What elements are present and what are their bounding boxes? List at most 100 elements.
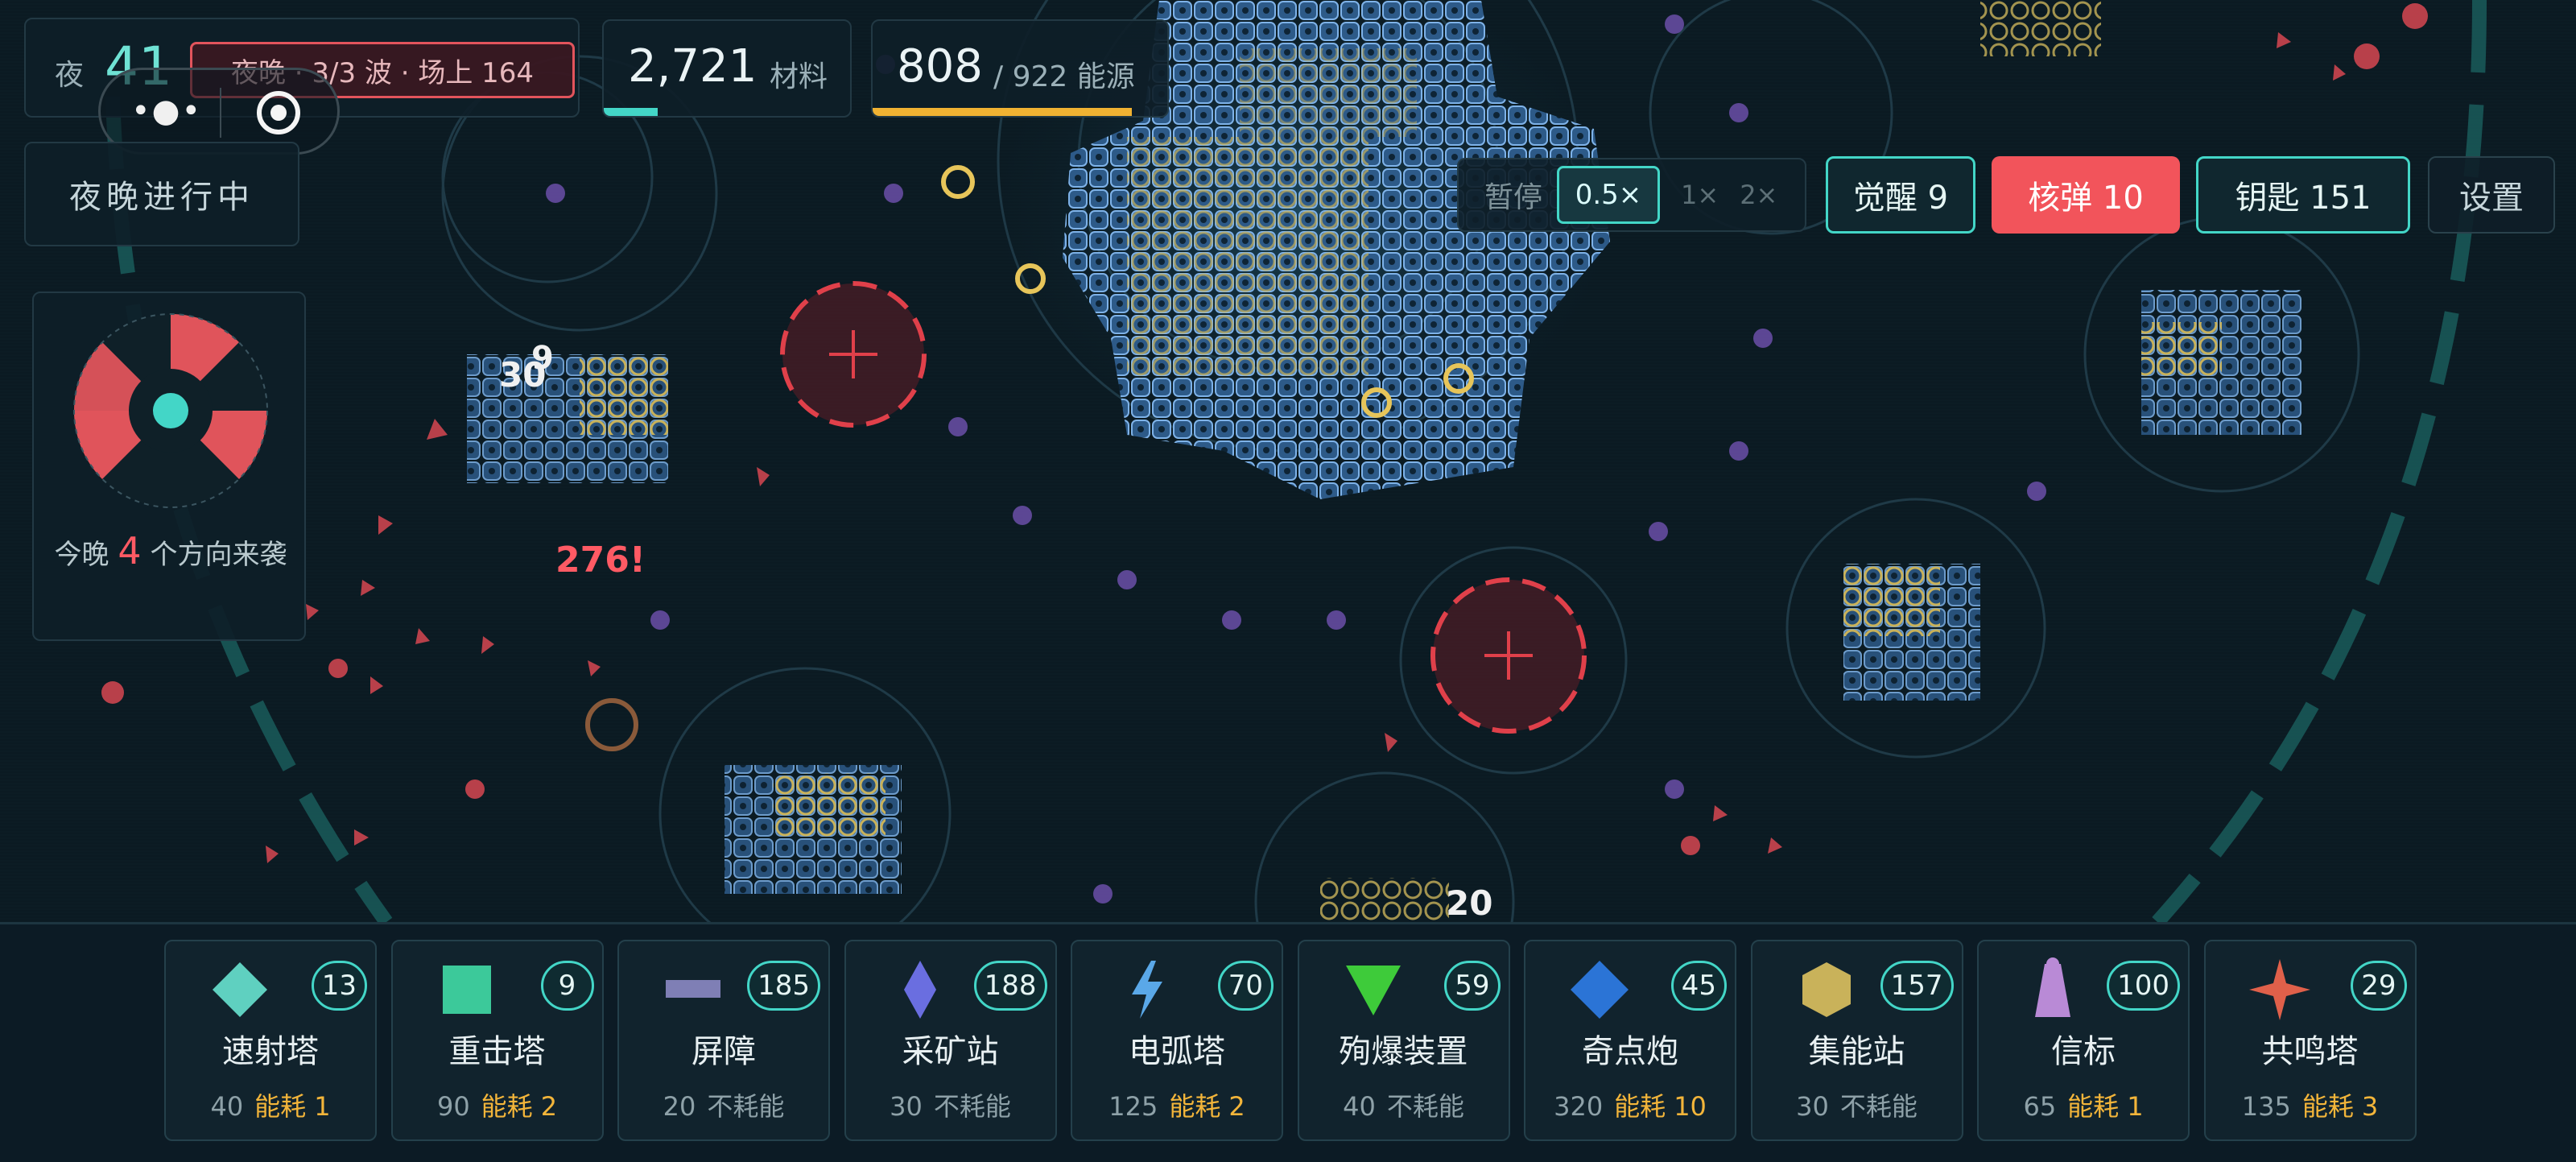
tower-name: 信标 bbox=[2051, 1033, 2116, 1070]
awaken-button[interactable]: 觉醒 9 bbox=[1826, 156, 1975, 234]
battlefield-map[interactable]: 30 9 276! 20 bbox=[0, 0, 2576, 922]
tower-count-badge: 13 bbox=[311, 961, 367, 1011]
tower-energy-label: 能耗 bbox=[1614, 1091, 1666, 1122]
bar-icon bbox=[666, 980, 720, 998]
blue-diamond-icon bbox=[1571, 961, 1629, 1019]
tower-cost: 320 能耗 10 bbox=[1525, 1086, 1735, 1123]
tower-count-badge: 59 bbox=[1444, 961, 1501, 1011]
tower-card[interactable]: 59 殉爆装置 40 不耗能 bbox=[1297, 940, 1510, 1141]
attack-direction-panel: 今晚 4 个方向来袭 bbox=[32, 292, 306, 641]
key-button[interactable]: 钥匙 151 bbox=[2196, 156, 2410, 234]
damage-number: 20 bbox=[1446, 883, 1492, 922]
settings-button[interactable]: 设置 bbox=[2428, 156, 2555, 234]
materials-unit: 材料 bbox=[770, 60, 828, 93]
tower-name: 电弧塔 bbox=[1129, 1033, 1225, 1070]
tower-card[interactable]: 13 速射塔 40 能耗 1 bbox=[164, 940, 377, 1141]
tower-price: 20 bbox=[663, 1091, 696, 1122]
tower-name: 集能站 bbox=[1808, 1033, 1905, 1070]
target-close-icon[interactable] bbox=[254, 88, 303, 138]
speed-2x-button[interactable]: 2× bbox=[1740, 180, 1777, 210]
tower-price: 65 bbox=[2023, 1091, 2057, 1122]
tower-energy-value: 3 bbox=[2361, 1091, 2379, 1122]
nuke-button[interactable]: 核弹 10 bbox=[1992, 156, 2180, 234]
tower-energy-label: 不耗能 bbox=[707, 1091, 785, 1122]
speed-1x-button[interactable]: 1× bbox=[1681, 180, 1719, 210]
tower-cost: 125 能耗 2 bbox=[1072, 1086, 1282, 1123]
tower-energy-label: 不耗能 bbox=[1839, 1091, 1918, 1122]
tower-count-badge: 185 bbox=[747, 961, 820, 1011]
tower-cost: 40 能耗 1 bbox=[166, 1086, 375, 1123]
materials-panel: 2,721 材料 bbox=[602, 19, 852, 118]
lightning-icon bbox=[1132, 961, 1162, 1019]
capsule-divider bbox=[220, 88, 221, 138]
materials-value: 2,721 bbox=[628, 40, 758, 93]
tower-card[interactable]: 29 共鸣塔 135 能耗 3 bbox=[2203, 940, 2417, 1141]
tower-count-badge: 70 bbox=[1217, 961, 1274, 1011]
energy-progress-bar bbox=[873, 108, 1133, 116]
tower-card[interactable]: 45 奇点炮 320 能耗 10 bbox=[1524, 940, 1736, 1141]
night-label: 夜 bbox=[55, 59, 85, 92]
tower-cost: 40 不耗能 bbox=[1299, 1086, 1509, 1123]
tower-count-badge: 100 bbox=[2107, 961, 2180, 1011]
tower-cost: 90 能耗 2 bbox=[393, 1086, 602, 1123]
energy-capacity: / 922 能源 bbox=[993, 60, 1135, 93]
tower-price: 90 bbox=[436, 1091, 470, 1122]
hexagon-icon bbox=[1802, 962, 1851, 1017]
tower-energy-value: 2 bbox=[540, 1091, 558, 1122]
direction-radar-icon bbox=[73, 313, 268, 508]
tower-count-badge: 157 bbox=[1880, 961, 1954, 1011]
tower-energy-value: 1 bbox=[2127, 1091, 2144, 1122]
tower-name: 屏障 bbox=[691, 1033, 756, 1070]
tower-name: 殉爆装置 bbox=[1339, 1033, 1468, 1070]
star-icon bbox=[2248, 959, 2310, 1020]
tower-name: 奇点炮 bbox=[1582, 1033, 1678, 1070]
build-tray bbox=[0, 922, 2576, 1162]
tower-energy-label: 能耗 bbox=[2067, 1091, 2120, 1122]
tower-name: 采矿站 bbox=[902, 1033, 999, 1070]
tower-card[interactable]: 188 采矿站 30 不耗能 bbox=[844, 940, 1057, 1141]
tower-energy-value: 1 bbox=[314, 1091, 331, 1122]
tower-energy-value: 2 bbox=[1228, 1091, 1245, 1122]
crit-damage-number: 276! bbox=[555, 540, 646, 581]
tower-count-badge: 9 bbox=[540, 961, 594, 1011]
pause-button[interactable]: 暂停 bbox=[1484, 174, 1542, 216]
tower-card[interactable]: 157 集能站 30 不耗能 bbox=[1750, 940, 1963, 1141]
night-status-button[interactable]: 夜晚进行中 bbox=[24, 142, 299, 246]
tower-count-badge: 29 bbox=[2351, 961, 2407, 1011]
damage-number: 9 bbox=[531, 340, 554, 377]
energy-panel: 808 / 922 能源 bbox=[871, 19, 1169, 118]
diamond-icon bbox=[213, 962, 267, 1017]
tower-card[interactable]: 9 重击塔 90 能耗 2 bbox=[390, 940, 604, 1141]
materials-progress-bar bbox=[604, 108, 658, 116]
tower-price: 320 bbox=[1554, 1091, 1604, 1122]
speed-half-button[interactable]: 0.5× bbox=[1557, 166, 1661, 224]
tower-card[interactable]: 100 信标 65 能耗 1 bbox=[1977, 940, 2190, 1141]
tower-card[interactable]: 70 电弧塔 125 能耗 2 bbox=[1071, 940, 1283, 1141]
tower-card[interactable]: 185 屏障 20 不耗能 bbox=[617, 940, 830, 1141]
tower-count-badge: 45 bbox=[1670, 961, 1727, 1011]
tower-energy-label: 能耗 bbox=[1169, 1091, 1221, 1122]
tower-energy-label: 能耗 bbox=[254, 1091, 307, 1122]
tower-energy-label: 不耗能 bbox=[1386, 1091, 1464, 1122]
more-dots-icon[interactable]: •●• bbox=[131, 93, 202, 130]
tower-energy-label: 不耗能 bbox=[933, 1091, 1011, 1122]
tower-energy-label: 能耗 bbox=[2301, 1091, 2354, 1122]
tower-price: 40 bbox=[1343, 1091, 1376, 1122]
tower-cost: 20 不耗能 bbox=[619, 1086, 828, 1123]
tower-price: 30 bbox=[890, 1091, 923, 1122]
tower-name: 重击塔 bbox=[448, 1033, 546, 1070]
tower-cost: 30 不耗能 bbox=[846, 1086, 1055, 1123]
tower-cost: 135 能耗 3 bbox=[2206, 1086, 2415, 1123]
tower-cost: 30 不耗能 bbox=[1752, 1086, 1962, 1123]
tower-name: 速射塔 bbox=[222, 1033, 319, 1070]
tower-price: 30 bbox=[1796, 1091, 1829, 1122]
energy-value: 808 bbox=[897, 40, 983, 93]
tower-name: 共鸣塔 bbox=[2261, 1033, 2359, 1070]
square-icon bbox=[442, 966, 491, 1014]
direction-text-before: 今晚 bbox=[54, 539, 109, 571]
tower-price: 125 bbox=[1108, 1091, 1158, 1122]
speed-control: 暂停 0.5× 1× 2× bbox=[1457, 158, 1806, 232]
tower-energy-label: 能耗 bbox=[481, 1091, 533, 1122]
crystal-icon bbox=[903, 961, 936, 1019]
direction-text-after: 个方向来袭 bbox=[150, 539, 287, 571]
